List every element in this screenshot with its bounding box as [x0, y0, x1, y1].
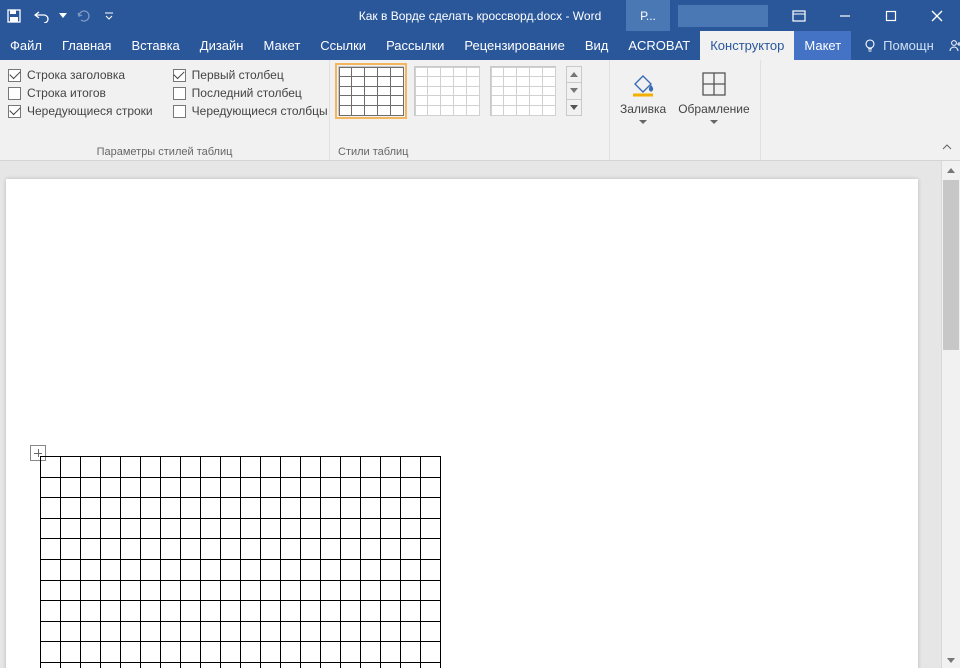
tab-home[interactable]: Главная	[52, 31, 121, 60]
group-label-options: Параметры стилей таблиц	[8, 142, 321, 158]
undo-menu-caret[interactable]	[56, 0, 70, 31]
tab-table-layout[interactable]: Макет	[794, 31, 851, 60]
tab-file[interactable]: Файл	[0, 31, 52, 60]
checkbox-icon	[8, 87, 21, 100]
check-banded-rows[interactable]: Чередующиеся строки	[8, 104, 153, 118]
table-style-thumb-2[interactable]	[414, 66, 480, 116]
share-button[interactable]	[946, 31, 960, 60]
crossword-table[interactable]	[40, 456, 441, 668]
page[interactable]	[6, 179, 918, 668]
workspace	[0, 161, 960, 668]
scroll-down-button[interactable]	[942, 651, 960, 668]
gallery-scroll-up[interactable]	[567, 67, 581, 83]
ribbon: Строка заголовка Строка итогов Чередующи…	[0, 60, 960, 161]
group-table-style-options: Строка заголовка Строка итогов Чередующи…	[0, 60, 330, 160]
tab-layout[interactable]: Макет	[253, 31, 310, 60]
context-tab-header[interactable]: Р...	[626, 0, 670, 31]
table-style-thumb-3[interactable]	[490, 66, 556, 116]
ribbon-tabs: Файл Главная Вставка Дизайн Макет Ссылки…	[0, 31, 960, 60]
check-banded-cols[interactable]: Чередующиеся столбцы	[173, 104, 328, 118]
tab-insert[interactable]: Вставка	[121, 31, 189, 60]
tab-mailings[interactable]: Рассылки	[376, 31, 454, 60]
gallery-more-button[interactable]	[567, 100, 581, 115]
gallery-scroll	[566, 66, 582, 116]
vertical-scrollbar[interactable]	[941, 161, 960, 668]
lightbulb-icon	[863, 39, 877, 53]
redo-button[interactable]	[70, 0, 98, 31]
borders-button[interactable]: Обрамление	[672, 64, 755, 158]
shading-button[interactable]: Заливка	[614, 64, 672, 158]
chevron-down-icon	[639, 120, 647, 124]
borders-icon	[698, 68, 730, 100]
undo-button[interactable]	[28, 0, 56, 31]
checkbox-icon	[173, 105, 186, 118]
tell-me-label: Помощн	[883, 38, 934, 53]
maximize-button[interactable]	[868, 0, 914, 31]
titlebar-right: Р...	[626, 0, 960, 31]
check-first-col[interactable]: Первый столбец	[173, 68, 328, 82]
account-area[interactable]	[678, 5, 768, 27]
group-shading-borders: Заливка Обрамление	[610, 60, 761, 160]
group-table-styles: Стили таблиц	[330, 60, 610, 160]
tab-view[interactable]: Вид	[575, 31, 619, 60]
tab-references[interactable]: Ссылки	[310, 31, 376, 60]
tab-constructor[interactable]: Конструктор	[700, 31, 794, 60]
scrollbar-track[interactable]	[942, 351, 960, 651]
document-area[interactable]	[0, 161, 941, 668]
checkbox-icon	[8, 105, 21, 118]
tell-me-area[interactable]: Помощн	[851, 31, 946, 60]
table-style-thumb-1[interactable]	[338, 66, 404, 116]
checkbox-icon	[173, 69, 186, 82]
tab-design[interactable]: Дизайн	[190, 31, 254, 60]
tab-acrobat[interactable]: ACROBAT	[618, 31, 700, 60]
scrollbar-thumb[interactable]	[943, 180, 959, 350]
chevron-down-icon	[710, 120, 718, 124]
save-button[interactable]	[0, 0, 28, 31]
qat-customize-caret[interactable]	[98, 0, 120, 31]
tab-review[interactable]: Рецензирование	[454, 31, 574, 60]
gallery-scroll-down[interactable]	[567, 83, 581, 99]
quick-access-toolbar	[0, 0, 120, 31]
group-label-styles: Стили таблиц	[338, 142, 408, 158]
check-total-row[interactable]: Строка итогов	[8, 86, 153, 100]
check-last-col[interactable]: Последний столбец	[173, 86, 328, 100]
paint-bucket-icon	[627, 68, 659, 100]
scroll-up-button[interactable]	[942, 161, 960, 179]
check-header-row[interactable]: Строка заголовка	[8, 68, 153, 82]
checkbox-icon	[8, 69, 21, 82]
ribbon-display-options-button[interactable]	[776, 0, 822, 31]
checkbox-icon	[173, 87, 186, 100]
title-bar: Как в Ворде сделать кроссворд.docx - Wor…	[0, 0, 960, 31]
collapse-ribbon-button[interactable]	[938, 138, 956, 156]
minimize-button[interactable]	[822, 0, 868, 31]
close-button[interactable]	[914, 0, 960, 31]
